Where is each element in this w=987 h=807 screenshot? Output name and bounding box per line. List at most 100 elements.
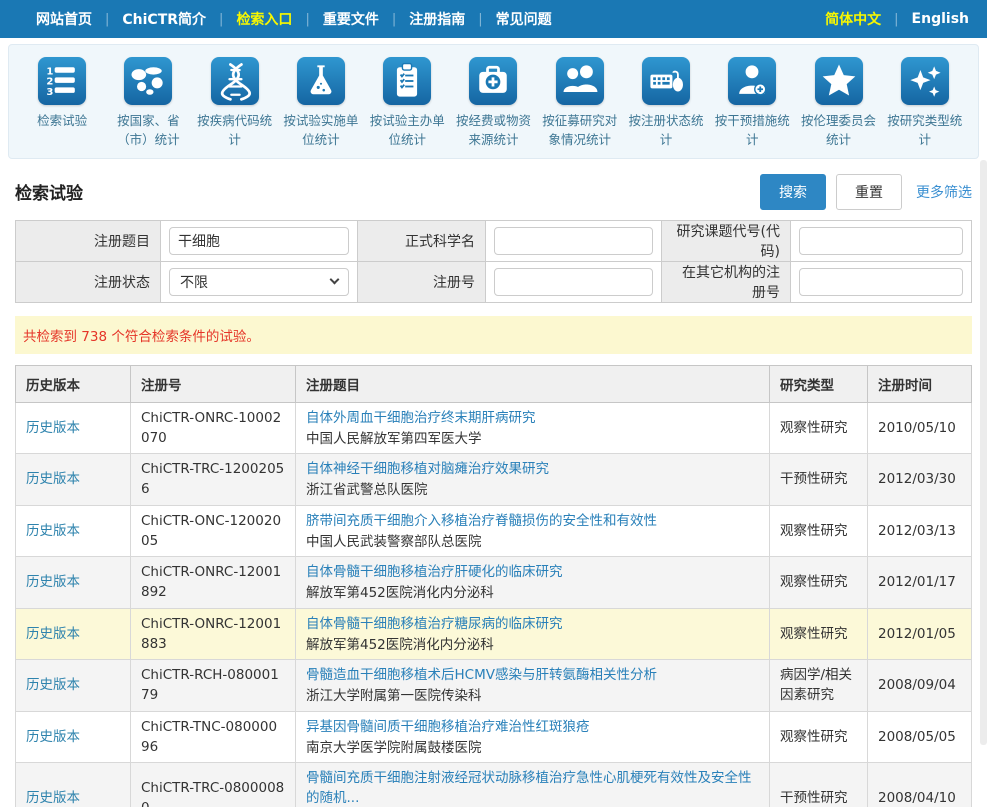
reg-date-cell: 2012/03/13 <box>868 505 972 557</box>
search-form: 注册题目 正式科学名 研究课题代号(代码) 注册状态 不限 注册号 在其它机构的… <box>15 220 972 303</box>
header-date: 注册时间 <box>868 365 972 402</box>
nav-separator: | <box>478 12 482 27</box>
toolbar-item-label: 检索试验 <box>37 112 87 131</box>
result-count-message: 共检索到 738 个符合检索条件的试验。 <box>15 316 972 354</box>
vertical-scrollbar[interactable] <box>980 160 987 745</box>
study-code-input[interactable] <box>799 227 963 255</box>
reg-number-cell: ChiCTR-ONRC-10002070 <box>131 402 296 454</box>
list-123-icon: 123 <box>38 57 86 105</box>
search-button[interactable]: 搜索 <box>760 174 826 210</box>
language-switcher: 简体中文 | English <box>825 9 969 29</box>
toolbar-item-label: 按研究类型统计 <box>882 112 968 150</box>
nav-separator: | <box>305 12 309 27</box>
star-icon <box>815 57 863 105</box>
trial-title-link[interactable]: 脐带间充质干细胞介入移植治疗脊髓损伤的安全性和有效性 <box>306 511 759 531</box>
toolbar-item[interactable]: 按试验主办单位统计 <box>364 57 450 150</box>
table-row: 历史版本 ChiCTR-RCH-08000179 骨髓造血干细胞移植术后HCMV感染… <box>16 660 972 712</box>
dna-icon <box>211 57 259 105</box>
other-reg-input[interactable] <box>799 268 963 296</box>
nav-item-documents[interactable]: 重要文件 <box>323 9 379 29</box>
header-type: 研究类型 <box>770 365 868 402</box>
nav-item-about[interactable]: ChiCTR简介 <box>122 9 206 29</box>
clipboard-icon <box>383 57 431 105</box>
toolbar-item-label: 按伦理委员会统计 <box>795 112 881 150</box>
toolbar-item[interactable]: 按经费或物资来源统计 <box>450 57 536 150</box>
toolbar-item[interactable]: 按干预措施统计 <box>709 57 795 150</box>
trial-title-link[interactable]: 自体神经干细胞移植对脑瘫治疗效果研究 <box>306 459 759 479</box>
table-header-row: 历史版本 注册号 注册题目 研究类型 注册时间 <box>16 365 972 402</box>
history-version-link[interactable]: 历史版本 <box>26 420 80 436</box>
reg-title-label: 注册题目 <box>16 220 161 261</box>
trial-title-link[interactable]: 自体外周血干细胞治疗终末期肝病研究 <box>306 408 759 428</box>
lang-english-link[interactable]: English <box>912 11 969 27</box>
reg-title-input[interactable] <box>169 227 349 255</box>
results-tbody: 历史版本 ChiCTR-ONRC-10002070 自体外周血干细胞治疗终末期肝病研… <box>16 402 972 807</box>
study-type-cell: 观察性研究 <box>770 557 868 609</box>
nav-item-faq[interactable]: 常见问题 <box>496 9 552 29</box>
table-row: 历史版本 ChiCTR-ONRC-10002070 自体外周血干细胞治疗终末期肝病研… <box>16 402 972 454</box>
toolbar-item[interactable]: 按国家、省（市）统计 <box>105 57 191 150</box>
history-version-link[interactable]: 历史版本 <box>26 626 80 642</box>
toolbar-item-label: 按干预措施统计 <box>709 112 795 150</box>
trial-title-link[interactable]: 骨髓造血干细胞移植术后HCMV感染与肝转氨酶相关性分析 <box>306 665 759 685</box>
history-version-link[interactable]: 历史版本 <box>26 574 80 590</box>
more-filters-link[interactable]: 更多筛选 <box>916 182 972 202</box>
reg-date-cell: 2012/01/17 <box>868 557 972 609</box>
nav-separator: | <box>392 12 396 27</box>
reg-status-select[interactable]: 不限 <box>169 268 349 296</box>
study-type-cell: 病因学/相关因素研究 <box>770 660 868 712</box>
toolbar-item[interactable]: 按试验实施单位统计 <box>278 57 364 150</box>
study-type-cell: 观察性研究 <box>770 711 868 763</box>
trial-org-label: 中国人民解放军第四军医大学 <box>306 431 482 447</box>
table-row: 历史版本ChiCTR-ONRC-12001883自体骨髓干细胞移植治疗糖尿病的临… <box>16 608 972 660</box>
reg-number-cell: ChiCTR-RCH-08000179 <box>131 660 296 712</box>
history-version-link[interactable]: 历史版本 <box>26 729 80 745</box>
study-type-cell: 观察性研究 <box>770 608 868 660</box>
trial-org-label: 中国人民武装警察部队总医院 <box>306 534 482 550</box>
nav-item-search-entry[interactable]: 检索入口 <box>236 9 292 29</box>
trial-title-link[interactable]: 骨髓间充质干细胞注射液经冠状动脉移植治疗急性心肌梗死有效性及安全性的随机... <box>306 768 759 807</box>
history-version-link[interactable]: 历史版本 <box>26 523 80 539</box>
nav-separator: | <box>894 12 898 27</box>
reg-number-label: 注册号 <box>358 261 486 302</box>
nav-item-guide[interactable]: 注册指南 <box>409 9 465 29</box>
toolbar-item[interactable]: 按疾病代码统计 <box>192 57 278 150</box>
reg-status-label: 注册状态 <box>16 261 161 302</box>
table-row: 历史版本ChiCTR-TRC-08000080骨髓间充质干细胞注射液经冠状动脉移… <box>16 763 972 807</box>
trial-org-label: 浙江省武警总队医院 <box>306 482 428 498</box>
reg-date-cell: 2008/05/05 <box>868 711 972 763</box>
toolbar-item[interactable]: 123 检索试验 <box>19 57 105 150</box>
toolbar-item-label: 按试验主办单位统计 <box>364 112 450 150</box>
table-row: 历史版本ChiCTR-TRC-12002056自体神经干细胞移植对脑瘫治疗效果研… <box>16 454 972 506</box>
trial-title-link[interactable]: 自体骨髓干细胞移植治疗糖尿病的临床研究 <box>306 614 759 634</box>
reset-button[interactable]: 重置 <box>836 174 902 210</box>
trial-org-label: 解放军第452医院消化内分泌科 <box>306 585 494 601</box>
keyboard-mouse-icon <box>642 57 690 105</box>
section-header: 检索试验 搜索 重置 更多筛选 <box>15 174 972 210</box>
lang-chinese-link[interactable]: 简体中文 <box>825 9 881 29</box>
trial-title-link[interactable]: 异基因骨髓间质干细胞移植治疗难治性红斑狼疮 <box>306 717 759 737</box>
sci-name-input[interactable] <box>494 227 653 255</box>
toolbar-item[interactable]: 按伦理委员会统计 <box>795 57 881 150</box>
trial-title-link[interactable]: 自体骨髓干细胞移植治疗肝硬化的临床研究 <box>306 562 759 582</box>
toolbar-item[interactable]: 按研究类型统计 <box>882 57 968 150</box>
trial-org-label: 浙江大学附属第一医院传染科 <box>306 688 482 704</box>
nav-separator: | <box>219 12 223 27</box>
reg-number-input[interactable] <box>494 268 653 296</box>
nav-menu: 网站首页 | ChiCTR简介 | 检索入口 | 重要文件 | 注册指南 | 常… <box>36 9 552 29</box>
chevron-down-icon <box>330 275 340 285</box>
page-title: 检索试验 <box>15 179 760 204</box>
history-version-link[interactable]: 历史版本 <box>26 471 80 487</box>
results-table: 历史版本 注册号 注册题目 研究类型 注册时间 历史版本ChiCTR-ONRC-… <box>15 365 972 807</box>
doctor-icon <box>728 57 776 105</box>
header-title: 注册题目 <box>296 365 770 402</box>
history-version-link[interactable]: 历史版本 <box>26 677 80 693</box>
toolbar-item-label: 按疾病代码统计 <box>192 112 278 150</box>
nav-item-home[interactable]: 网站首页 <box>36 9 92 29</box>
toolbar-item[interactable]: 按注册状态统计 <box>623 57 709 150</box>
stats-toolbar: 123 检索试验按国家、省（市）统计按疾病代码统计按试验实施单位统计按试验主办单位… <box>8 44 979 159</box>
toolbar-item[interactable]: 按征募研究对象情况统计 <box>537 57 623 150</box>
toolbar-item-label: 按经费或物资来源统计 <box>450 112 536 150</box>
world-map-icon <box>124 57 172 105</box>
history-version-link[interactable]: 历史版本 <box>26 790 80 806</box>
